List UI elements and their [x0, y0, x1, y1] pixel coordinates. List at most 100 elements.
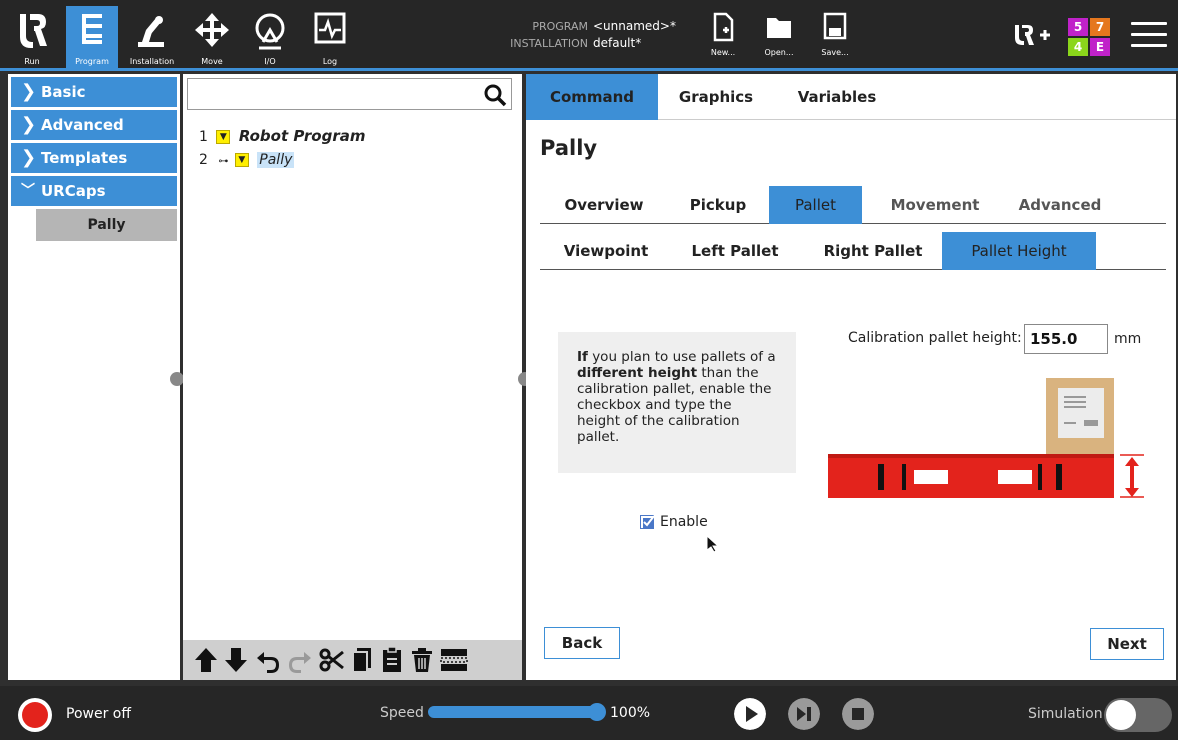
- tab-pallet-height[interactable]: Pallet Height: [942, 232, 1096, 270]
- undo-icon[interactable]: [255, 646, 281, 674]
- tab-advanced[interactable]: Advanced: [1002, 186, 1118, 224]
- right-panel: Command Graphics Variables Pally Overvie…: [526, 74, 1176, 680]
- step-button[interactable]: [788, 698, 820, 730]
- installation-key: INSTALLATION: [510, 37, 588, 50]
- speed-label: Speed: [380, 705, 424, 721]
- speed-slider-handle[interactable]: [588, 703, 606, 721]
- step-icon: [807, 707, 811, 721]
- open-button[interactable]: Open...: [756, 12, 802, 64]
- collapse-triangle-icon[interactable]: ▼: [234, 153, 249, 167]
- sidebar-item-templates[interactable]: ❯ Templates: [11, 143, 177, 173]
- page-title: Pally: [540, 136, 598, 160]
- cut-icon[interactable]: [319, 646, 345, 674]
- save-button[interactable]: Save...: [812, 12, 858, 64]
- sidebar-item-pally[interactable]: Pally: [36, 209, 177, 241]
- power-button[interactable]: [18, 698, 52, 732]
- sidebar: ❯ Basic ❯ Advanced ❯ Templates ﹀ URCaps …: [8, 74, 180, 680]
- tree-node-label: Pally: [257, 152, 295, 168]
- chevron-down-icon: ﹀: [21, 183, 35, 199]
- move-arrows-icon: [195, 13, 229, 47]
- urplus-button[interactable]: [1012, 22, 1054, 48]
- new-file-icon: [713, 12, 734, 42]
- stop-icon: [852, 708, 864, 720]
- delete-trash-icon[interactable]: [409, 646, 435, 674]
- open-label: Open...: [764, 48, 794, 57]
- nav-move-label: Move: [201, 57, 223, 66]
- program-info: PROGRAM <unnamed>* INSTALLATION default*: [470, 18, 690, 52]
- nav-io[interactable]: I/O: [244, 6, 296, 68]
- calibration-height-label: Calibration pallet height:: [848, 330, 1022, 346]
- sidebar-item-advanced[interactable]: ❯ Advanced: [11, 110, 177, 140]
- calibration-height-input[interactable]: 155.0: [1024, 324, 1108, 354]
- nav-log-label: Log: [322, 57, 338, 66]
- height-arrow-icon: [1125, 457, 1139, 497]
- status-badges[interactable]: 5 7 4 E: [1068, 18, 1112, 56]
- left-splitter-handle[interactable]: [170, 372, 184, 386]
- nav-run[interactable]: Run: [6, 6, 58, 68]
- back-button[interactable]: Back: [544, 627, 620, 659]
- search-icon[interactable]: [483, 83, 507, 107]
- badge-e: E: [1090, 38, 1110, 56]
- tab-right-pallet[interactable]: Right Pallet: [810, 232, 936, 270]
- nav-run-label: Run: [24, 57, 40, 66]
- enable-label: Enable: [660, 514, 708, 530]
- speed-slider[interactable]: [428, 706, 598, 718]
- nav-installation[interactable]: Installation: [126, 6, 178, 68]
- sidebar-item-label: Advanced: [41, 116, 124, 134]
- tab-left-pallet[interactable]: Left Pallet: [670, 232, 800, 270]
- redo-icon[interactable]: [287, 646, 313, 674]
- tab-graphics[interactable]: Graphics: [658, 74, 774, 120]
- open-folder-icon: [767, 18, 791, 38]
- enable-checkbox-row[interactable]: Enable: [640, 514, 708, 530]
- badge-5: 5: [1068, 18, 1088, 36]
- tab-movement[interactable]: Movement: [870, 186, 1000, 224]
- hamburger-menu-icon[interactable]: [1131, 22, 1167, 50]
- tab-overview[interactable]: Overview: [546, 186, 662, 224]
- tab-variables[interactable]: Variables: [774, 74, 900, 120]
- tree-toolbar: [183, 640, 522, 680]
- simulation-toggle[interactable]: [1104, 698, 1172, 732]
- sidebar-item-basic[interactable]: ❯ Basic: [11, 77, 177, 107]
- info-box: If you plan to use pallets of a differen…: [558, 332, 796, 473]
- move-up-icon[interactable]: [193, 646, 219, 674]
- info-text-if: If: [577, 349, 588, 365]
- enable-checkbox[interactable]: [640, 515, 655, 529]
- nav-installation-label: Installation: [129, 57, 175, 66]
- nav-program[interactable]: Program: [66, 6, 118, 68]
- nav-io-label: I/O: [264, 57, 276, 66]
- suppress-icon[interactable]: [439, 646, 469, 674]
- installation-name: default*: [593, 36, 642, 50]
- tree-node-pally[interactable]: 2 ⊶ ▼ Pally: [199, 150, 295, 170]
- toggle-knob: [1106, 700, 1136, 730]
- nav-program-label: Program: [75, 57, 109, 66]
- top-bar: Run Program Installation Move I/O Log PR…: [0, 0, 1178, 71]
- chevron-right-icon: ❯: [21, 114, 37, 135]
- urplus-icon: [1015, 25, 1050, 45]
- simulation-label: Simulation: [1028, 706, 1103, 722]
- tab-pickup[interactable]: Pickup: [666, 186, 770, 224]
- paste-icon[interactable]: [379, 646, 405, 674]
- sidebar-item-urcaps[interactable]: ﹀ URCaps: [11, 176, 177, 206]
- tree-line-number: 2: [199, 152, 208, 168]
- speed-value: 100%: [610, 705, 651, 721]
- play-button[interactable]: [734, 698, 766, 730]
- move-down-icon[interactable]: [223, 646, 249, 674]
- program-key: PROGRAM: [532, 20, 588, 33]
- nav-log[interactable]: Log: [304, 6, 356, 68]
- tab-pallet[interactable]: Pallet: [769, 186, 862, 224]
- nav-move[interactable]: Move: [186, 6, 238, 68]
- next-button[interactable]: Next: [1090, 628, 1164, 660]
- pallet-sub-tabs: Viewpoint Left Pallet Right Pallet Palle…: [540, 232, 1166, 270]
- copy-icon[interactable]: [349, 646, 375, 674]
- new-button[interactable]: New...: [700, 12, 746, 64]
- sidebar-item-label: URCaps: [41, 182, 106, 200]
- collapse-triangle-icon[interactable]: ▼: [216, 130, 231, 144]
- search-input[interactable]: [187, 78, 512, 110]
- tree-node-robot-program[interactable]: 1 ▼ Robot Program: [199, 126, 366, 146]
- tab-command[interactable]: Command: [526, 74, 658, 120]
- stop-button[interactable]: [842, 698, 874, 730]
- mouse-cursor-icon: [706, 535, 720, 553]
- save-disk-icon: [823, 12, 847, 40]
- height-unit-label: mm: [1114, 331, 1142, 347]
- tab-viewpoint[interactable]: Viewpoint: [546, 232, 666, 270]
